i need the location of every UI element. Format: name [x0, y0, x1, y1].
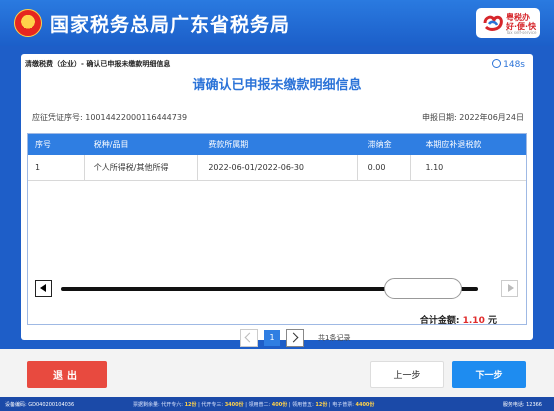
previous-step-button[interactable]: 上一步 [370, 361, 444, 388]
table-header: 序号 税种/品目 费款所属期 滞纳金 本期应补退税款 [28, 134, 526, 155]
column-header-late-fee: 滞纳金 [367, 140, 392, 149]
main-panel: 清缴税费（企业）- 确认已申报未缴款明细信息 148s 请确认已申报未缴款明细信… [21, 54, 533, 340]
exit-button[interactable]: 退出 [27, 361, 107, 388]
total-unit: 元 [487, 316, 497, 326]
total-amount: 合计金额: 1.10 元 [420, 313, 497, 326]
column-header-period: 费款所属期 [208, 140, 249, 149]
voucher-number: 应征凭证序号: 10014422000116444739 [32, 113, 188, 122]
tax-emblem-icon [14, 9, 42, 37]
clock-icon [492, 59, 502, 68]
prev-page-button[interactable] [240, 328, 258, 347]
service-logo: 粤税办 好·便·快 Tax self-service [476, 8, 540, 38]
page-title: 请确认已申报未缴款明细信息 [192, 78, 362, 93]
cell-period: 2022-06-01/2022-06-30 [198, 155, 358, 180]
detail-table: 序号 税种/品目 费款所属期 滞纳金 本期应补退税款 1 个人所得税/其他所得 … [27, 133, 527, 325]
service-phone: 服务电话: 12366 [502, 401, 542, 408]
breadcrumb: 清缴税费（企业）- 确认已申报未缴款明细信息 [25, 60, 171, 68]
cell-amount: 1.10 [425, 163, 444, 172]
table-row[interactable]: 1 个人所得税/其他所得 2022-06-01/2022-06-30 0.00 … [28, 155, 526, 181]
app-title: 国家税务总局广东省税务局 [50, 14, 291, 36]
ticket-stock: 票据剩余量: 代开专六: 12份 | 代开专三: 3400份 | 领用普二: 4… [133, 401, 375, 408]
cell-index: 1 [28, 155, 85, 180]
column-header-amount: 本期应补退税款 [425, 140, 482, 149]
next-page-button[interactable] [286, 328, 304, 347]
countdown-timer: 148s [492, 59, 525, 70]
column-header-tax-type: 税种/品目 [93, 140, 129, 149]
yueshui-logo-icon [483, 15, 503, 31]
page-number-current[interactable]: 1 [264, 329, 280, 346]
cell-late-fee: 0.00 [358, 155, 412, 180]
scroll-right-button[interactable] [501, 280, 518, 297]
scroll-thumb[interactable] [384, 278, 462, 299]
total-value: 1.10 [462, 316, 485, 326]
cell-tax-type: 个人所得税/其他所得 [85, 155, 199, 180]
device-code: 设备编码: GD040200104036 [5, 401, 75, 408]
scroll-left-button[interactable] [35, 280, 52, 297]
record-count: 共1条记录 [318, 333, 351, 342]
next-step-button[interactable]: 下一步 [452, 361, 526, 388]
status-bar: 设备编码: GD040200104036 票据剩余量: 代开专六: 12份 | … [0, 397, 554, 411]
logo-text: 粤税办 好·便·快 [506, 13, 537, 31]
declare-date: 申报日期: 2022年06月24日 [422, 113, 524, 122]
column-header-index: 序号 [35, 140, 51, 149]
app-header: 国家税务总局广东省税务局 粤税办 好·便·快 Tax self-service [0, 0, 554, 46]
timer-value: 148s [503, 60, 525, 70]
voucher-info-row: 应征凭证序号: 10014422000116444739 申报日期: 2022年… [32, 112, 524, 123]
total-label: 合计金额: [419, 316, 460, 326]
logo-subtext: Tax self-service [506, 30, 537, 35]
horizontal-scrollbar[interactable] [35, 278, 518, 300]
pagination: 1 共1条记录 [240, 328, 350, 347]
